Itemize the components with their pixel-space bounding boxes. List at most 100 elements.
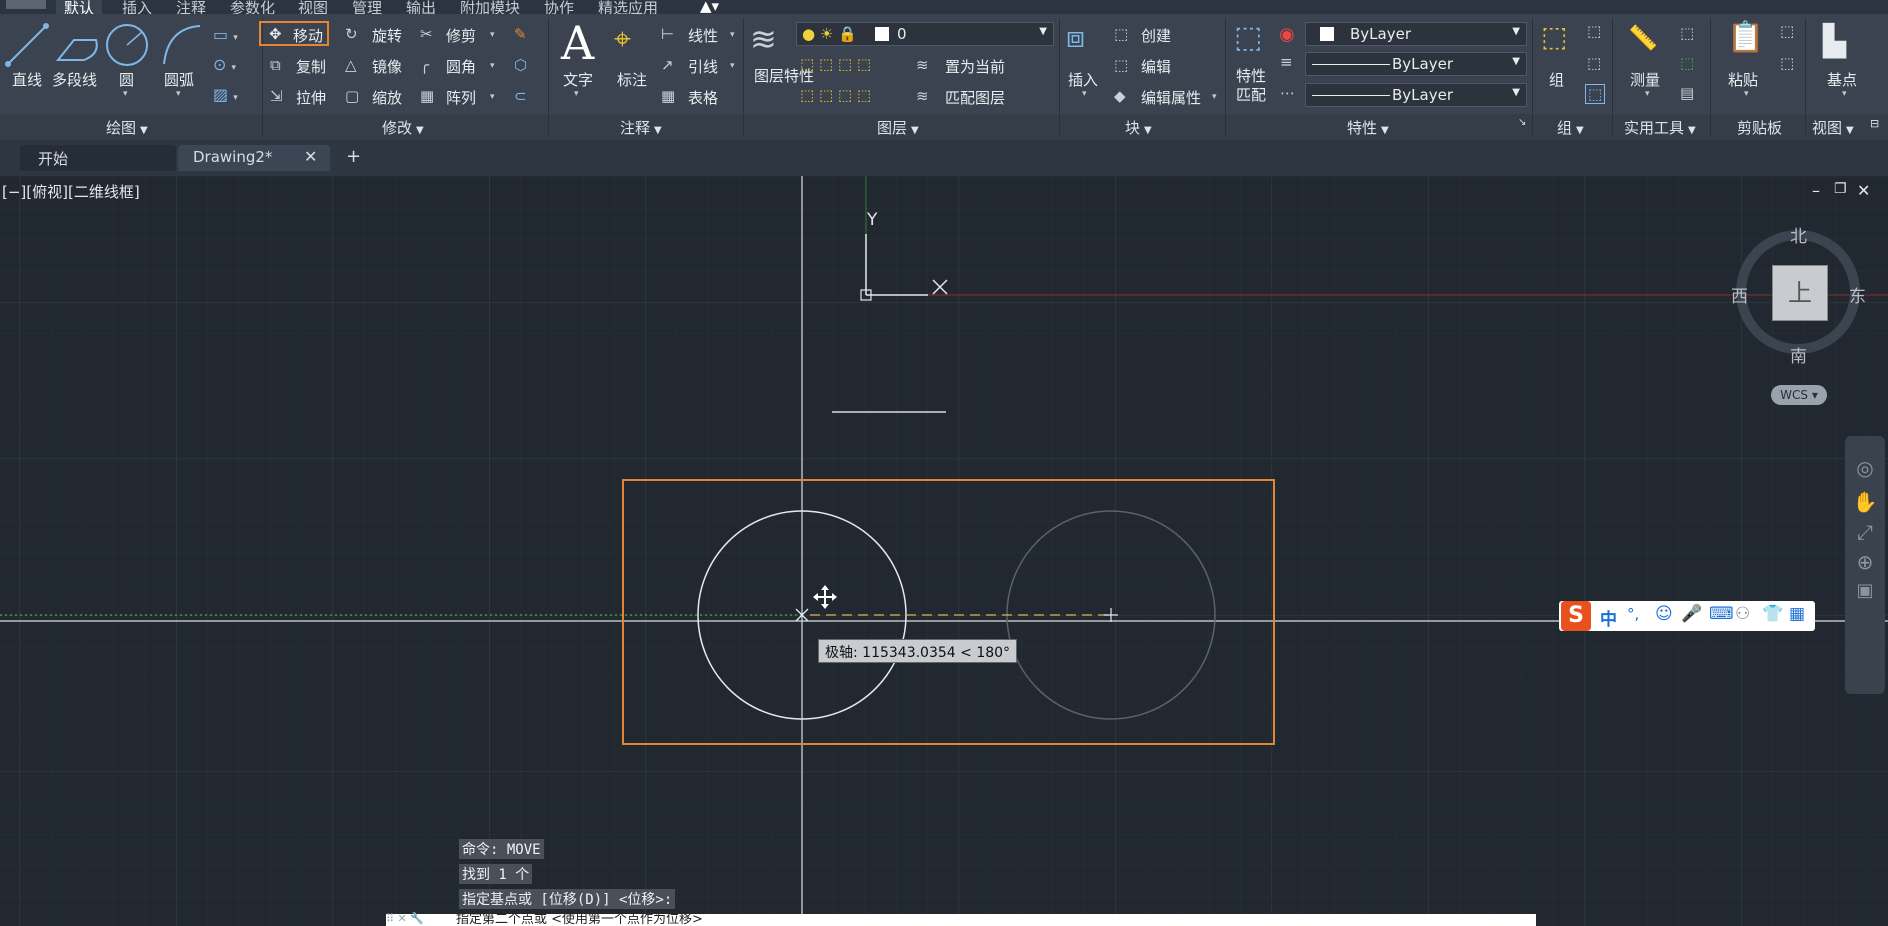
linear-icon[interactable]: ⊢ bbox=[661, 25, 674, 43]
edit-attributes-dropdown-icon[interactable]: ▾ bbox=[1212, 92, 1217, 102]
viewcube-south[interactable]: 南 bbox=[1790, 342, 1807, 367]
minimize-viewport-icon[interactable]: – bbox=[1812, 181, 1820, 200]
ungroup-icon[interactable]: ⬚ bbox=[1587, 22, 1601, 40]
dimension-icon[interactable]: ⌖ bbox=[614, 22, 631, 57]
set-current-icon[interactable]: ≋ bbox=[916, 56, 929, 74]
linetype-dropdown[interactable]: ByLayer ▼ bbox=[1305, 52, 1527, 76]
panel-title-annotation[interactable]: 注释 ▼ bbox=[620, 117, 662, 138]
rectangle-icon[interactable]: ▭ ▾ bbox=[213, 25, 238, 44]
polyline-label[interactable]: 多段线 bbox=[52, 69, 97, 90]
close-viewport-icon[interactable]: ✕ bbox=[1857, 181, 1870, 200]
arc-label[interactable]: 圆弧 bbox=[164, 69, 194, 90]
ime-language[interactable]: 中 bbox=[1600, 605, 1617, 630]
color-wheel-icon[interactable]: ◉ bbox=[1279, 24, 1295, 45]
base-dropdown-icon[interactable]: ▾ bbox=[1842, 89, 1847, 99]
text-icon[interactable]: A bbox=[561, 16, 594, 70]
group-edit-icon[interactable]: ⬚ bbox=[1587, 54, 1601, 72]
match-layer-icon[interactable]: ≋ bbox=[916, 87, 929, 105]
group-selection-icon[interactable]: ⬚ bbox=[1585, 84, 1606, 104]
panel-title-layers[interactable]: 图层 ▼ bbox=[877, 117, 919, 138]
steering-wheel-icon[interactable]: ◎ bbox=[1845, 456, 1885, 480]
trim-label[interactable]: 修剪 bbox=[446, 25, 476, 46]
panel-title-utilities[interactable]: 实用工具 ▼ bbox=[1624, 117, 1696, 138]
layer-properties-icon[interactable]: ≋ bbox=[750, 20, 777, 58]
match-properties-icon[interactable]: ⬚ bbox=[1234, 20, 1262, 55]
panel-title-view[interactable]: 视图 ▼ bbox=[1812, 117, 1854, 138]
scale-icon[interactable]: ▢ bbox=[345, 87, 359, 105]
base-label[interactable]: 基点 bbox=[1827, 69, 1857, 90]
stretch-icon[interactable]: ⇲ bbox=[270, 87, 283, 105]
emoji-icon[interactable]: ☺ bbox=[1655, 604, 1673, 624]
group-icon[interactable]: ⬚ bbox=[1541, 20, 1567, 53]
microphone-icon[interactable]: 🎤 bbox=[1681, 604, 1702, 624]
circle-label[interactable]: 圆 bbox=[119, 69, 134, 90]
user-icon[interactable]: ▲▾ bbox=[700, 0, 719, 15]
set-current-label[interactable]: 置为当前 bbox=[945, 56, 1005, 77]
base-view-icon[interactable]: ▙ bbox=[1823, 24, 1846, 59]
fillet-dropdown-icon[interactable]: ▾ bbox=[490, 61, 495, 71]
paste-icon[interactable]: 📋 bbox=[1727, 20, 1764, 55]
paste-label[interactable]: 粘贴 bbox=[1728, 69, 1758, 90]
viewcube-east[interactable]: 东 bbox=[1849, 282, 1866, 307]
arc-icon[interactable] bbox=[158, 22, 204, 68]
insert-dropdown-icon[interactable]: ▾ bbox=[1082, 89, 1087, 99]
gradient-icon[interactable]: ▨ ▾ bbox=[213, 85, 238, 104]
start-tab[interactable]: 开始 bbox=[20, 145, 176, 171]
copy-icon[interactable]: ⧉ bbox=[270, 56, 281, 74]
viewcube-west[interactable]: 西 bbox=[1731, 282, 1748, 307]
drawing-canvas[interactable] bbox=[0, 176, 1888, 926]
restore-viewport-icon[interactable]: ❐ bbox=[1834, 181, 1847, 197]
panel-title-properties[interactable]: 特性 ▼ bbox=[1347, 117, 1389, 138]
array-icon[interactable]: ▦ bbox=[420, 87, 434, 105]
color-dropdown[interactable]: ByLayer ▼ bbox=[1305, 22, 1527, 46]
app-menu-button[interactable] bbox=[6, 0, 46, 9]
create-block-icon[interactable]: ⬚ bbox=[1114, 25, 1128, 43]
array-dropdown-icon[interactable]: ▾ bbox=[490, 92, 495, 102]
circle-icon[interactable] bbox=[104, 22, 150, 68]
line-icon[interactable] bbox=[4, 22, 50, 68]
layer-tools-row1-icon[interactable]: ⬚ ⬚ ⬚ ⬚ bbox=[800, 55, 871, 73]
leader-icon[interactable]: ↗ bbox=[661, 56, 674, 74]
erase-icon[interactable]: ✎ bbox=[514, 25, 527, 43]
calculator-icon[interactable]: ▤ bbox=[1680, 84, 1694, 102]
scale-label[interactable]: 缩放 bbox=[372, 87, 402, 108]
select-all-icon[interactable]: ⬚ bbox=[1680, 54, 1694, 72]
keyboard-icon[interactable]: ⌨ bbox=[1709, 604, 1734, 624]
command-line-grip-icon[interactable]: ⠿ ✕ 🔧 bbox=[386, 912, 424, 925]
layer-dropdown[interactable]: ● ☀ 🔒 0 ▼ bbox=[796, 22, 1054, 46]
showmotion-icon[interactable]: ▣ bbox=[1845, 580, 1885, 601]
measure-dropdown-icon[interactable]: ▾ bbox=[1645, 89, 1650, 99]
viewcube-top-face[interactable]: 上 bbox=[1772, 265, 1828, 321]
user-toolbox-icon[interactable]: ⚇ bbox=[1735, 604, 1750, 624]
match-layer-label[interactable]: 匹配图层 bbox=[945, 87, 1005, 108]
linear-label[interactable]: 线性 bbox=[688, 25, 718, 46]
table-label[interactable]: 表格 bbox=[688, 87, 718, 108]
orbit-icon[interactable]: ⊕ bbox=[1845, 550, 1885, 574]
copy-label[interactable]: 复制 bbox=[296, 56, 326, 77]
arc-dropdown-icon[interactable]: ▾ bbox=[176, 89, 181, 99]
quick-select-icon[interactable]: ⬚ bbox=[1680, 24, 1694, 42]
fillet-icon[interactable]: ╭ bbox=[420, 56, 429, 74]
drawing-tab[interactable]: Drawing2* ✕ bbox=[178, 145, 330, 171]
leader-label[interactable]: 引线 bbox=[688, 56, 718, 77]
text-dropdown-icon[interactable]: ▾ bbox=[574, 89, 579, 99]
ime-punctuation[interactable]: °, bbox=[1627, 605, 1639, 623]
mirror-icon[interactable]: △ bbox=[345, 56, 357, 74]
rotate-label[interactable]: 旋转 bbox=[372, 25, 402, 46]
edit-attributes-icon[interactable]: ◆ bbox=[1114, 87, 1126, 105]
cut-icon[interactable]: ⬚ bbox=[1780, 22, 1794, 40]
panel-title-clipboard[interactable]: 剪贴板 bbox=[1737, 117, 1782, 138]
insert-label[interactable]: 插入 bbox=[1068, 69, 1098, 90]
fillet-label[interactable]: 圆角 bbox=[446, 56, 476, 77]
edit-attributes-label[interactable]: 编辑属性 bbox=[1141, 87, 1201, 108]
table-icon[interactable]: ▦ bbox=[661, 87, 675, 105]
polyline-icon[interactable] bbox=[54, 22, 100, 68]
panel-title-groups[interactable]: 组 ▼ bbox=[1557, 117, 1584, 138]
group-label[interactable]: 组 bbox=[1549, 69, 1564, 90]
new-tab-icon[interactable]: + bbox=[346, 146, 361, 172]
explode-icon[interactable]: ⬡ bbox=[514, 56, 527, 74]
wcs-menu[interactable]: WCS ▾ bbox=[1771, 385, 1827, 405]
linear-dropdown-icon[interactable]: ▾ bbox=[730, 30, 735, 40]
create-block-label[interactable]: 创建 bbox=[1141, 25, 1171, 46]
circle-dropdown-icon[interactable]: ▾ bbox=[123, 89, 128, 99]
